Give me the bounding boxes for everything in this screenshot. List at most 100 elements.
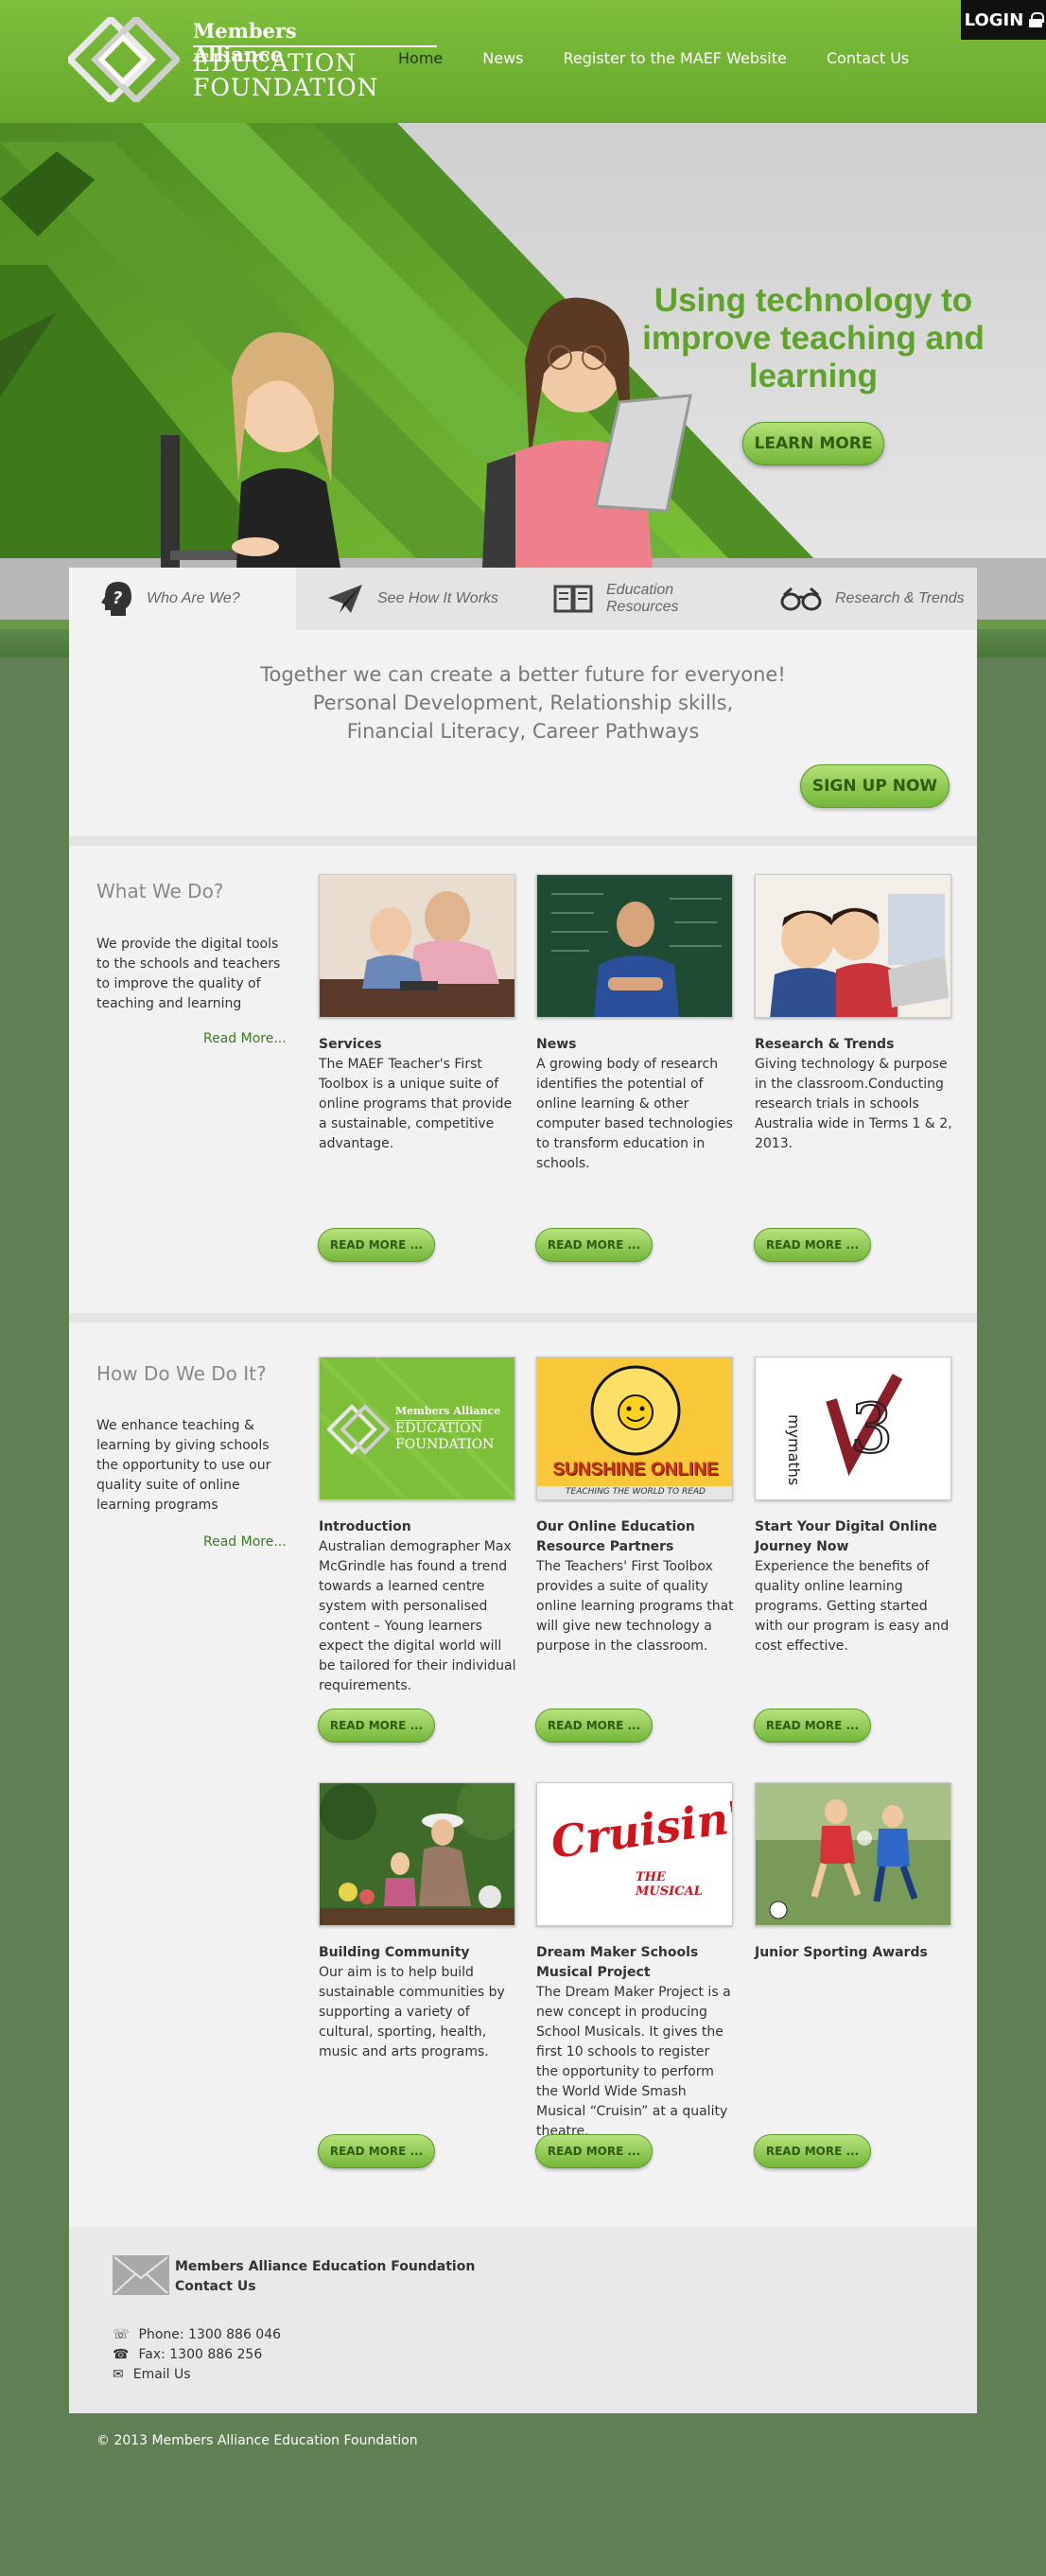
login-button[interactable]: LOGIN: [961, 0, 1046, 40]
mymaths-image[interactable]: 3 mymaths: [755, 1357, 951, 1500]
cruisin-subtitle: THE MUSICAL: [636, 1870, 703, 1899]
sunshine-tagline: TEACHING THE WORLD TO READ: [566, 1487, 706, 1497]
sporting-read-more-button[interactable]: READ MORE ...: [754, 2134, 871, 2168]
paper-plane-icon: [328, 585, 362, 613]
how-we-do-it-text: We enhance teaching & learning by giving…: [96, 1418, 271, 1513]
card-logo-line-2: EDUCATION: [395, 1420, 482, 1436]
journey-read-more-button[interactable]: READ MORE ...: [754, 1709, 871, 1743]
head-question-icon: ?: [101, 582, 131, 616]
tab-research-trends[interactable]: Research & Trends: [750, 568, 977, 630]
main-panel: ? Who Are We? See How It Works Education…: [69, 568, 977, 2413]
logo-diamond-icon: [68, 17, 180, 102]
community-photo: [320, 1783, 514, 1925]
card-logo-line-3: FOUNDATION: [395, 1437, 495, 1452]
svg-text:?: ?: [113, 588, 122, 608]
section-divider: [69, 1313, 977, 1323]
lock-icon: [1029, 12, 1045, 27]
contact-heading: Members Alliance Education Foundation Co…: [175, 2257, 475, 2297]
card-description: Our aim is to help build sustainable com…: [319, 1965, 505, 2059]
what-we-do-title: What We Do?: [96, 880, 224, 902]
learn-more-button[interactable]: LEARN MORE: [742, 422, 884, 465]
contact-org-name: Members Alliance Education Foundation: [175, 2259, 476, 2274]
intro-line-2: Personal Development, Relationship skill…: [312, 692, 734, 714]
research-image[interactable]: [755, 874, 951, 1018]
sign-up-button[interactable]: SIGN UP NOW: [800, 764, 950, 808]
phone-text: Phone: 1300 886 046: [138, 2327, 282, 2342]
services-image[interactable]: [319, 874, 515, 1018]
copyright: © 2013 Members Alliance Education Founda…: [96, 2433, 418, 2448]
card-title: Our Online Education Resource Partners: [536, 1519, 695, 1554]
tab-label: Who Are We?: [147, 590, 240, 606]
intro-line-3: Financial Literacy, Career Pathways: [346, 720, 700, 743]
card-services: Services The MAEF Teacher's First Toolbo…: [319, 874, 517, 1154]
card-junior-sporting: Junior Sporting Awards: [755, 1782, 953, 1963]
research-read-more-button[interactable]: READ MORE ...: [754, 1228, 871, 1262]
tab-label: Education Resources: [606, 582, 679, 615]
card-title: Research & Trends: [755, 1037, 895, 1052]
sunshine-title: SUNSHINE ONLINE: [552, 1460, 719, 1480]
card-introduction: Members Alliance EDUCATION FOUNDATION In…: [319, 1357, 517, 1696]
card-description: Giving technology & purpose in the class…: [755, 1057, 952, 1151]
intro-line-1: Together we can create a better future f…: [260, 663, 786, 686]
sunshine-online-image[interactable]: SUNSHINE ONLINE TEACHING THE WORLD TO RE…: [536, 1357, 733, 1500]
contact-box: Members Alliance Education Foundation Co…: [69, 2227, 977, 2413]
card-resource-partners: SUNSHINE ONLINE TEACHING THE WORLD TO RE…: [536, 1357, 735, 1656]
email-link[interactable]: Email Us: [133, 2367, 191, 2382]
cruisin-image[interactable]: Cruisin' THE MUSICAL: [536, 1782, 733, 1926]
nav-contact[interactable]: Contact Us: [807, 49, 929, 67]
logo-line-3: FOUNDATION: [193, 74, 379, 101]
card-title: Start Your Digital Online Journey Now: [755, 1519, 937, 1554]
contact-email[interactable]: ✉ Email Us: [113, 2367, 191, 2382]
card-description: Australian demographer Max McGrindle has…: [319, 1539, 516, 1693]
card-title: Introduction: [319, 1519, 411, 1534]
email-icon: ✉: [113, 2367, 124, 2382]
services-read-more-button[interactable]: READ MORE ...: [318, 1228, 435, 1262]
card-description: Experience the benefits of quality onlin…: [755, 1559, 950, 1654]
glasses-icon: [780, 587, 822, 611]
services-photo: [320, 875, 514, 1017]
tab-education-resources[interactable]: Education Resources: [523, 568, 750, 630]
tab-see-how-it-works[interactable]: See How It Works: [296, 568, 523, 630]
card-title: Dream Maker Schools Musical Project: [536, 1945, 699, 1980]
fax-icon: ☎: [113, 2347, 130, 2362]
site-header: Members Alliance EDUCATION FOUNDATION Ho…: [0, 0, 1046, 123]
news-photo: [537, 875, 732, 1017]
nav-register[interactable]: Register to the MAEF Website: [543, 49, 806, 67]
nav-home[interactable]: Home: [378, 49, 462, 67]
introduction-read-more-button[interactable]: READ MORE ...: [318, 1709, 435, 1743]
how-we-do-it-read-more[interactable]: Read More...: [203, 1534, 287, 1550]
feature-tabs: ? Who Are We? See How It Works Education…: [69, 568, 977, 630]
card-title: Junior Sporting Awards: [755, 1945, 928, 1960]
phone-icon: ☏: [113, 2327, 130, 2342]
what-we-do-read-more[interactable]: Read More...: [203, 1031, 287, 1046]
contact-label: Contact Us: [175, 2279, 256, 2294]
introduction-image[interactable]: Members Alliance EDUCATION FOUNDATION: [319, 1357, 515, 1500]
community-image[interactable]: [319, 1782, 515, 1926]
contact-fax: ☎ Fax: 1300 886 256: [113, 2347, 262, 2362]
card-news: News A growing body of research identifi…: [536, 874, 735, 1174]
envelope-icon: [113, 2255, 169, 2295]
sporting-photo: [756, 1783, 950, 1925]
card-title: Services: [319, 1037, 382, 1052]
site-logo[interactable]: Members Alliance EDUCATION FOUNDATION: [68, 17, 437, 102]
intro-text: Together we can create a better future f…: [69, 660, 977, 745]
open-book-icon: [553, 585, 593, 613]
card-title: News: [536, 1037, 577, 1052]
hero-banner: Using technology to improve teaching and…: [0, 123, 1046, 629]
card-dream-maker: Cruisin' THE MUSICAL Dream Maker Schools…: [536, 1782, 735, 2142]
cruisin-title: Cruisin': [548, 1791, 733, 1868]
news-read-more-button[interactable]: READ MORE ...: [535, 1228, 653, 1262]
login-label: LOGIN: [964, 9, 1024, 30]
tab-who-are-we[interactable]: ? Who Are We?: [69, 568, 296, 630]
card-description: The Dream Maker Project is a new concept…: [536, 1985, 731, 2139]
card-digital-journey: 3 mymaths Start Your Digital Online Jour…: [755, 1357, 953, 1656]
card-description: The Teachers' First Toolbox provides a s…: [536, 1559, 734, 1654]
community-read-more-button[interactable]: READ MORE ...: [318, 2134, 435, 2168]
sporting-image[interactable]: [755, 1782, 951, 1926]
news-image[interactable]: [536, 874, 733, 1018]
dream-maker-read-more-button[interactable]: READ MORE ...: [535, 2134, 653, 2168]
card-description: The MAEF Teacher's First Toolbox is a un…: [319, 1057, 513, 1151]
nav-news[interactable]: News: [462, 49, 543, 67]
partners-read-more-button[interactable]: READ MORE ...: [535, 1709, 653, 1743]
tab-label: Research & Trends: [835, 590, 965, 606]
